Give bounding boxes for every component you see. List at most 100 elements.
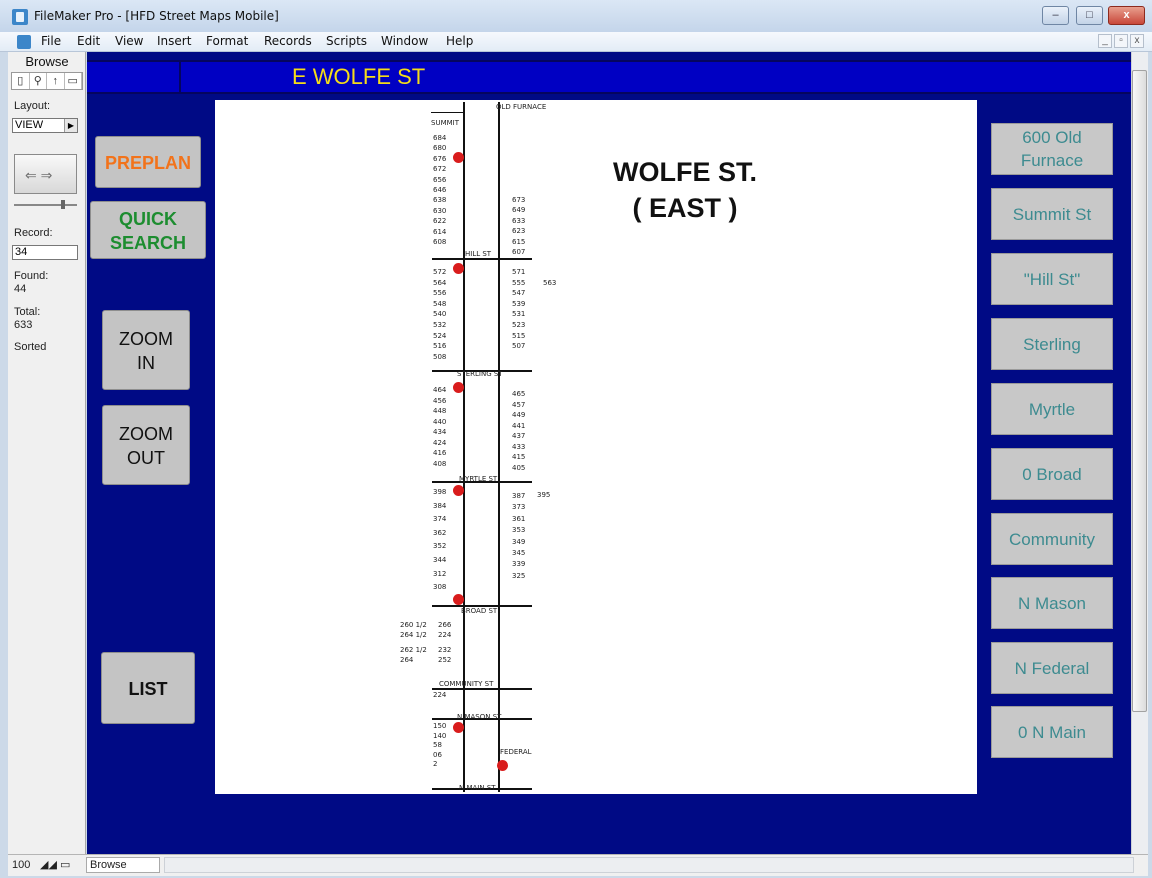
house-number: 416 (433, 449, 447, 457)
zoom-controls-icon[interactable]: ◢◢ ▭ (40, 858, 70, 871)
cross-street-button[interactable]: 600 Old Furnace (991, 123, 1113, 175)
record-label: Record: (14, 227, 53, 239)
house-number: 437 (512, 432, 526, 440)
house-number: 672 (433, 165, 447, 174)
house-number: 516 (433, 342, 447, 351)
application-window: FileMaker Pro - [HFD Street Maps Mobile]… (0, 0, 1152, 878)
dropdown-arrow-icon: ▶ (64, 119, 77, 132)
hydrant-marker (453, 722, 464, 733)
vertical-scroll-thumb[interactable] (1132, 70, 1147, 712)
house-number: 622 (433, 217, 447, 226)
bottom-status-bar: 100 ◢◢ ▭ Browse (8, 854, 1148, 876)
menu-records[interactable]: Records (264, 34, 312, 48)
house-number: 646 (433, 186, 447, 194)
zoom-in-button[interactable]: ZOOM IN (102, 310, 190, 390)
house-number: 408 (433, 459, 447, 468)
document-window-controls: _ ▫ x (1096, 34, 1144, 48)
menu-scripts[interactable]: Scripts (326, 34, 367, 48)
record-slider[interactable] (14, 204, 77, 206)
house-number: 2 (433, 760, 438, 769)
layout-content: E WOLFE ST PREPLAN QUICK SEARCH ZOOM IN … (87, 52, 1131, 854)
cross-street-button[interactable]: "Hill St" (991, 253, 1113, 305)
menu-help[interactable]: Help (446, 34, 473, 48)
menu-insert[interactable]: Insert (157, 34, 191, 48)
hydrant-marker (453, 263, 464, 274)
map-street-label: N MASON ST (457, 713, 502, 721)
quick-search-button[interactable]: QUICK SEARCH (90, 201, 206, 259)
cross-street-button[interactable]: N Mason (991, 577, 1113, 629)
sorted-label: Sorted (14, 341, 47, 353)
cross-street-button[interactable]: 0 Broad (991, 448, 1113, 500)
window-title: FileMaker Pro - [HFD Street Maps Mobile] (34, 9, 279, 23)
house-number: 260 1/2 (400, 621, 427, 629)
cross-street-button[interactable]: Community (991, 513, 1113, 565)
maximize-button[interactable]: □ (1076, 6, 1103, 25)
map-line (431, 112, 465, 113)
layout-label: Layout: (14, 100, 51, 112)
house-number: 448 (433, 407, 447, 415)
record-number-field[interactable]: 34 (12, 245, 78, 260)
cross-street-button[interactable]: Sterling (991, 318, 1113, 370)
preview-mode-icon[interactable]: ▭ (65, 73, 82, 89)
house-number: 563 (543, 279, 557, 287)
found-count: 44 (14, 283, 27, 295)
list-button[interactable]: LIST (101, 652, 195, 724)
find-mode-icon[interactable]: ⚲ (30, 73, 47, 89)
menu-view[interactable]: View (115, 34, 143, 48)
house-number: 531 (512, 310, 526, 319)
minimize-button[interactable]: – (1042, 6, 1069, 25)
record-slider-thumb[interactable] (61, 200, 65, 209)
layout-value: VIEW (15, 119, 44, 131)
zoom-out-button[interactable]: ZOOM OUT (102, 405, 190, 485)
house-number: 308 (433, 583, 447, 592)
menu-file[interactable]: File (41, 34, 61, 48)
record-book-icon[interactable] (14, 154, 77, 194)
house-number: 140 (433, 731, 447, 740)
filemaker-app-icon (12, 9, 28, 25)
cross-street-button[interactable]: Myrtle (991, 383, 1113, 435)
map-street-label: N MAIN ST (459, 784, 496, 792)
document-icon[interactable] (17, 35, 31, 49)
house-number: 345 (512, 549, 526, 557)
house-number: 615 (512, 237, 526, 246)
map-title: WOLFE ST. ( EAST ) (585, 154, 785, 226)
house-number: 384 (433, 501, 447, 510)
total-label: Total: (14, 306, 41, 318)
quick-search-label-line2: SEARCH (109, 233, 186, 253)
house-number: 252 (438, 656, 452, 664)
preplan-button[interactable]: PREPLAN (95, 136, 201, 188)
found-label: Found: (14, 270, 49, 282)
zoom-out-label-line1: ZOOM (119, 424, 173, 444)
house-number: 564 (433, 278, 447, 287)
house-number: 608 (433, 238, 447, 246)
street-map: OLD FURNACE SUMMIT HILL ST STERLING ST M… (215, 100, 977, 794)
layout-mode-icon[interactable]: ↑ (47, 73, 65, 89)
cross-street-button[interactable]: N Federal (991, 642, 1113, 694)
browse-mode-icon[interactable]: ▯ (12, 73, 30, 89)
mode-select[interactable]: Browse (86, 857, 160, 873)
house-number: 373 (512, 503, 526, 512)
doc-minimize-button[interactable]: _ (1098, 34, 1112, 48)
house-number: 224 (438, 631, 452, 639)
house-number: 352 (433, 542, 447, 551)
title-bar: FileMaker Pro - [HFD Street Maps Mobile]… (0, 0, 1152, 32)
layout-select[interactable]: VIEW ▶ (12, 118, 78, 133)
house-number: 424 (433, 438, 447, 447)
cross-street-button[interactable]: Summit St (991, 188, 1113, 240)
hydrant-marker (453, 382, 464, 393)
zoom-level[interactable]: 100 (12, 859, 30, 871)
horizontal-scrollbar[interactable] (164, 857, 1134, 873)
cross-street-button[interactable]: 0 N Main (991, 706, 1113, 758)
menu-format[interactable]: Format (206, 34, 248, 48)
doc-restore-button[interactable]: ▫ (1114, 34, 1128, 48)
house-number: 572 (433, 268, 447, 276)
menu-edit[interactable]: Edit (77, 34, 100, 48)
close-button[interactable]: x (1108, 6, 1145, 25)
map-street-label: STERLING ST (457, 370, 503, 378)
house-number: 433 (512, 442, 526, 451)
doc-close-button[interactable]: x (1130, 34, 1144, 48)
house-number: 441 (512, 421, 526, 430)
house-number: 532 (433, 321, 447, 329)
map-title-line1: WOLFE ST. (613, 157, 757, 187)
menu-window[interactable]: Window (381, 34, 428, 48)
